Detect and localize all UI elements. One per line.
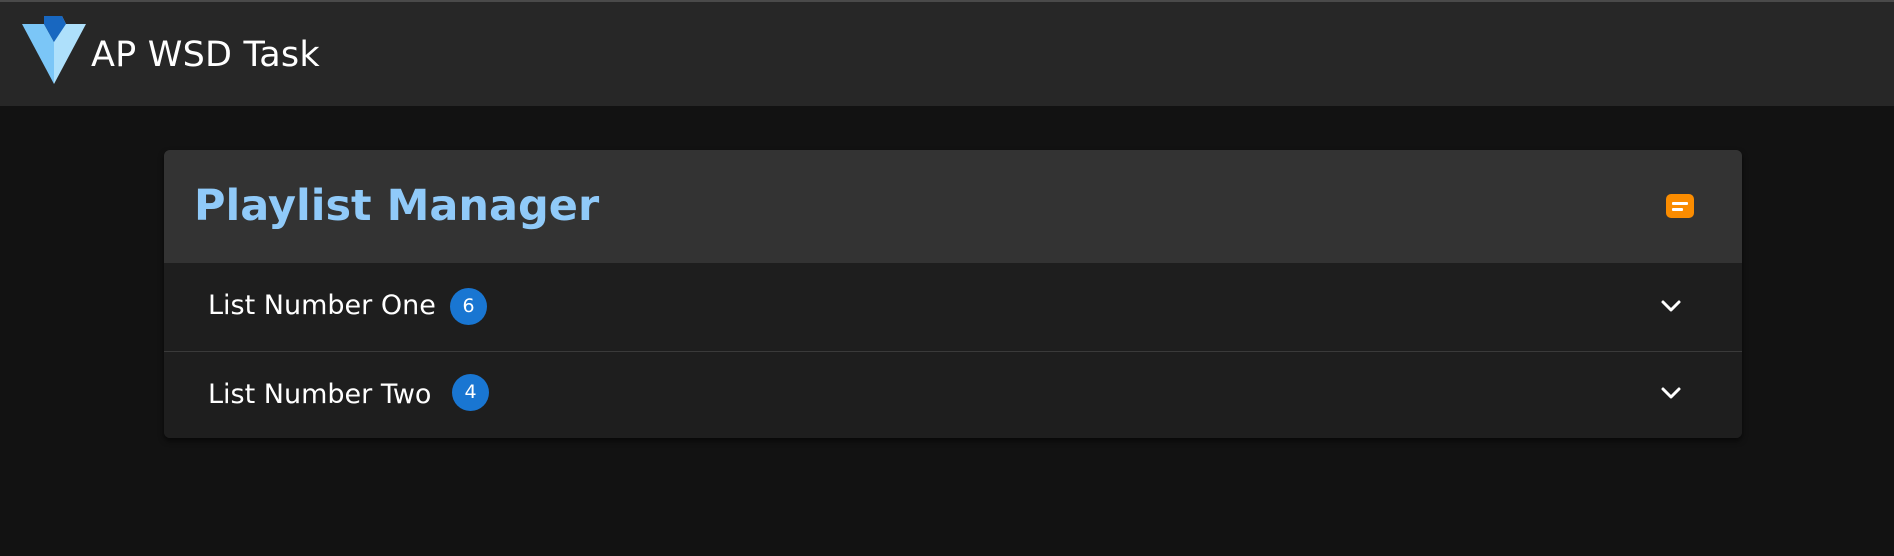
card-header: Playlist Manager [164, 150, 1742, 263]
expansion-panel-list-number-two[interactable]: List Number Two 4 [164, 352, 1742, 438]
item-count-badge: 4 [452, 374, 489, 411]
chevron-down-icon[interactable] [1660, 295, 1682, 317]
playlist-manager-card: Playlist Manager List Number One 6 List … [164, 150, 1742, 438]
vuetify-logo-icon [22, 12, 86, 84]
app-bar: AP WSD Task [0, 2, 1894, 106]
chevron-down-icon[interactable] [1660, 382, 1682, 404]
panel-title: List Number One [208, 290, 436, 321]
app-title: AP WSD Task [91, 35, 320, 75]
expansion-panel-list-number-one[interactable]: List Number One 6 [164, 263, 1742, 351]
item-count-badge: 6 [450, 288, 487, 325]
message-icon[interactable] [1666, 194, 1694, 218]
card-title: Playlist Manager [194, 181, 600, 231]
panel-title: List Number Two [208, 379, 432, 410]
